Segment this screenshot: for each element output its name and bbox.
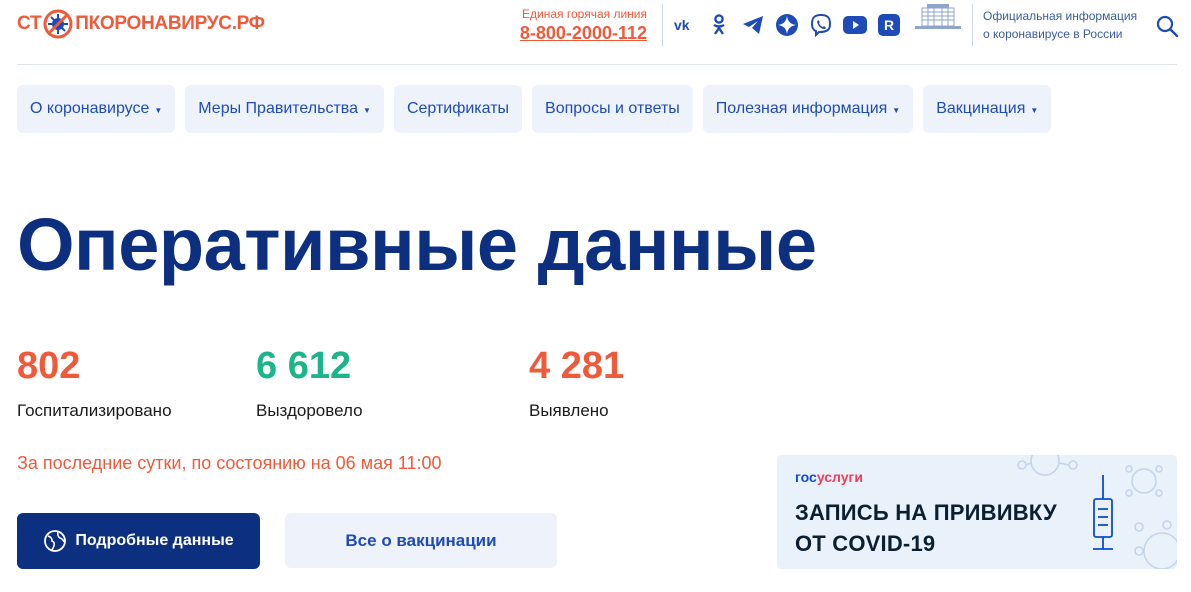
viber-icon[interactable] [808, 12, 834, 38]
chevron-down-icon: ▼ [1030, 106, 1039, 115]
nav-item-label: Вакцинация [936, 100, 1026, 117]
logo-text-part2: ПКОРОНАВИРУС [75, 13, 232, 34]
government-emblem-icon[interactable] [913, 2, 963, 46]
vaccination-info-button-label: Все о вакцинации [345, 530, 497, 550]
nav-item-vaccination[interactable]: Вакцинация ▼ [923, 85, 1052, 133]
telegram-icon[interactable] [740, 12, 766, 38]
nav-item-label: Меры Правительства [198, 100, 359, 117]
nav-item-label: О коронавирусе [30, 100, 150, 117]
odnoklassniki-icon[interactable] [706, 12, 732, 38]
gosuslugi-logo-part1: гос [795, 469, 817, 485]
hotline-caption: Единая горячая линия [522, 7, 647, 21]
official-info[interactable]: Официальная информация о коронавирусе в … [983, 7, 1137, 43]
detailed-data-button[interactable]: Подробные данные [17, 513, 260, 569]
globe-icon [44, 530, 67, 552]
nav-item-about-coronavirus[interactable]: О коронавирусе ▼ [17, 85, 176, 133]
yandex-zen-icon[interactable] [774, 12, 800, 38]
main-nav: О коронавирусе ▼ Меры Правительства ▼ Се… [17, 85, 1052, 133]
stat-detected: 4 281 Выявлено [529, 342, 624, 422]
nav-item-label: Сертификаты [406, 100, 510, 117]
nav-item-label: Полезная информация [715, 100, 888, 117]
social-links: vk R [672, 12, 902, 38]
header-separator [17, 64, 1177, 65]
vaccination-info-button[interactable]: Все о вакцинации [285, 513, 557, 568]
hotline: Единая горячая линия 8-800-2000-112 [500, 6, 647, 44]
nav-item-government-measures[interactable]: Меры Правительства ▼ [185, 85, 384, 133]
stat-label: Выявлено [529, 401, 609, 420]
detailed-data-button-label: Подробные данные [75, 532, 234, 549]
nav-item-faq[interactable]: Вопросы и ответы [532, 85, 693, 133]
stat-hospitalized: 802 Госпитализировано [17, 342, 172, 422]
stat-value: 4 281 [529, 345, 625, 387]
logo-text-part3: .РФ [231, 13, 265, 34]
official-info-line1: Официальная информация [983, 9, 1138, 23]
search-icon[interactable] [1155, 14, 1179, 38]
banner-headline-line2: ОТ COVID-19 [795, 531, 936, 556]
youtube-icon[interactable] [842, 12, 868, 38]
page-title: Оперативные данные [17, 203, 817, 286]
gosuslugi-logo-part2: услуги [816, 469, 863, 485]
gosuslugi-logo: госуслуги [795, 469, 863, 485]
vaccination-signup-banner[interactable]: госуслуги ЗАПИСЬ НА ПРИВИВКУ ОТ COVID-19 [777, 455, 1177, 569]
stat-label: Выздоровело [256, 401, 363, 420]
vk-icon[interactable]: vk [672, 12, 698, 38]
stat-value: 802 [17, 345, 81, 387]
update-timestamp: За последние сутки, по состоянию на 06 м… [17, 453, 442, 473]
svg-text:vk: vk [674, 18, 690, 32]
chevron-down-icon: ▼ [154, 106, 163, 115]
site-header: СТ ПКОРОНАВИРУС .РФ Единая горячая линия… [0, 0, 1191, 64]
stat-recovered: 6 612 Выздоровело [256, 342, 363, 422]
site-logo[interactable]: СТ ПКОРОНАВИРУС .РФ [17, 8, 265, 40]
nav-item-useful-info[interactable]: Полезная информация ▼ [702, 85, 914, 133]
banner-headline-line1: ЗАПИСЬ НА ПРИВИВКУ [795, 500, 1057, 525]
header-divider-2 [972, 4, 973, 46]
stat-value: 6 612 [256, 345, 352, 387]
chevron-down-icon: ▼ [892, 106, 901, 115]
virus-icon [43, 9, 73, 39]
official-info-line2: о коронавирусе в России [983, 27, 1123, 41]
logo-text-part1: СТ [17, 13, 42, 34]
hotline-number[interactable]: 8-800-2000-112 [500, 22, 647, 44]
banner-headline: ЗАПИСЬ НА ПРИВИВКУ ОТ COVID-19 [795, 497, 1057, 559]
stat-label: Госпитализировано [17, 401, 172, 420]
nav-item-label: Вопросы и ответы [545, 100, 680, 117]
chevron-down-icon: ▼ [363, 106, 371, 115]
svg-text:R: R [884, 17, 894, 33]
nav-item-certificates[interactable]: Сертификаты [393, 85, 523, 133]
header-divider [662, 4, 663, 46]
rutube-icon[interactable]: R [876, 12, 902, 38]
